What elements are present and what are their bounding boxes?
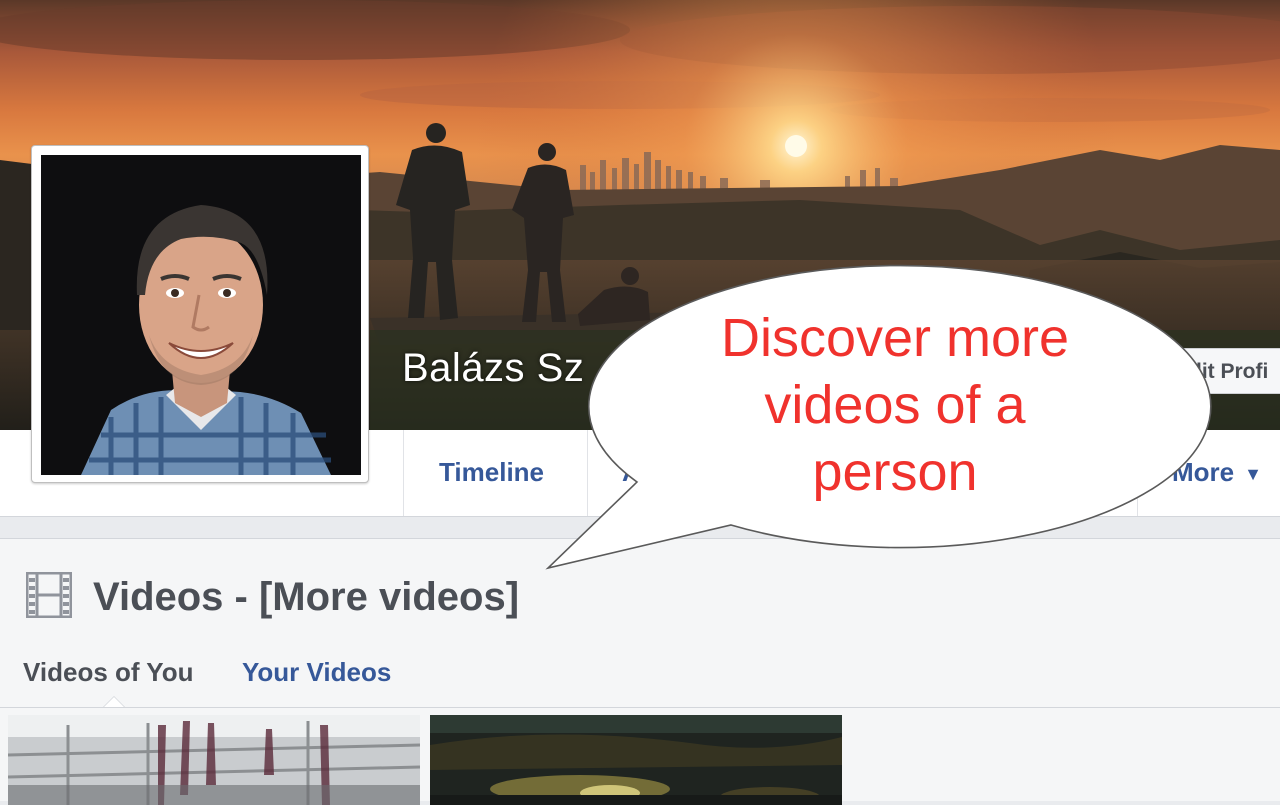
avatar[interactable] bbox=[41, 155, 361, 475]
video-thumbnail[interactable] bbox=[430, 715, 842, 805]
profile-name[interactable]: Balázs Sz bbox=[402, 346, 584, 391]
active-tab-pointer bbox=[103, 696, 125, 707]
film-strip-icon bbox=[26, 572, 72, 618]
tab-more-label: More bbox=[1172, 457, 1235, 487]
tab-more[interactable]: More ▼ bbox=[1172, 430, 1262, 516]
videos-sub-tabs: Videos of You Your Videos bbox=[0, 649, 1280, 708]
edit-profile-button[interactable]: dit Profi bbox=[1180, 348, 1280, 394]
avatar-image bbox=[41, 155, 361, 475]
tab-your-videos[interactable]: Your Videos bbox=[242, 649, 391, 695]
speech-bubble-line: person bbox=[812, 442, 978, 502]
video-thumbnail-image bbox=[8, 715, 420, 805]
tab-about[interactable]: A bbox=[622, 430, 641, 516]
speech-bubble-line: videos of a bbox=[764, 375, 1026, 435]
profile-picture-frame[interactable] bbox=[31, 145, 369, 483]
caret-down-icon: ▼ bbox=[1244, 464, 1262, 485]
videos-section: Videos - [More videos] Videos of You You… bbox=[0, 538, 1280, 805]
speech-bubble-text: Discover more videos of a person bbox=[650, 305, 1140, 506]
tab-videos-of-you[interactable]: Videos of You bbox=[23, 649, 193, 695]
speech-bubble-line: Discover more bbox=[720, 308, 1070, 368]
videos-title[interactable]: Videos - [More videos] bbox=[93, 569, 519, 625]
nav-divider bbox=[587, 430, 588, 516]
video-thumbnail[interactable] bbox=[8, 715, 420, 805]
tab-timeline[interactable]: Timeline bbox=[439, 430, 544, 516]
video-thumbnail-image bbox=[430, 715, 842, 805]
nav-divider bbox=[403, 430, 404, 516]
